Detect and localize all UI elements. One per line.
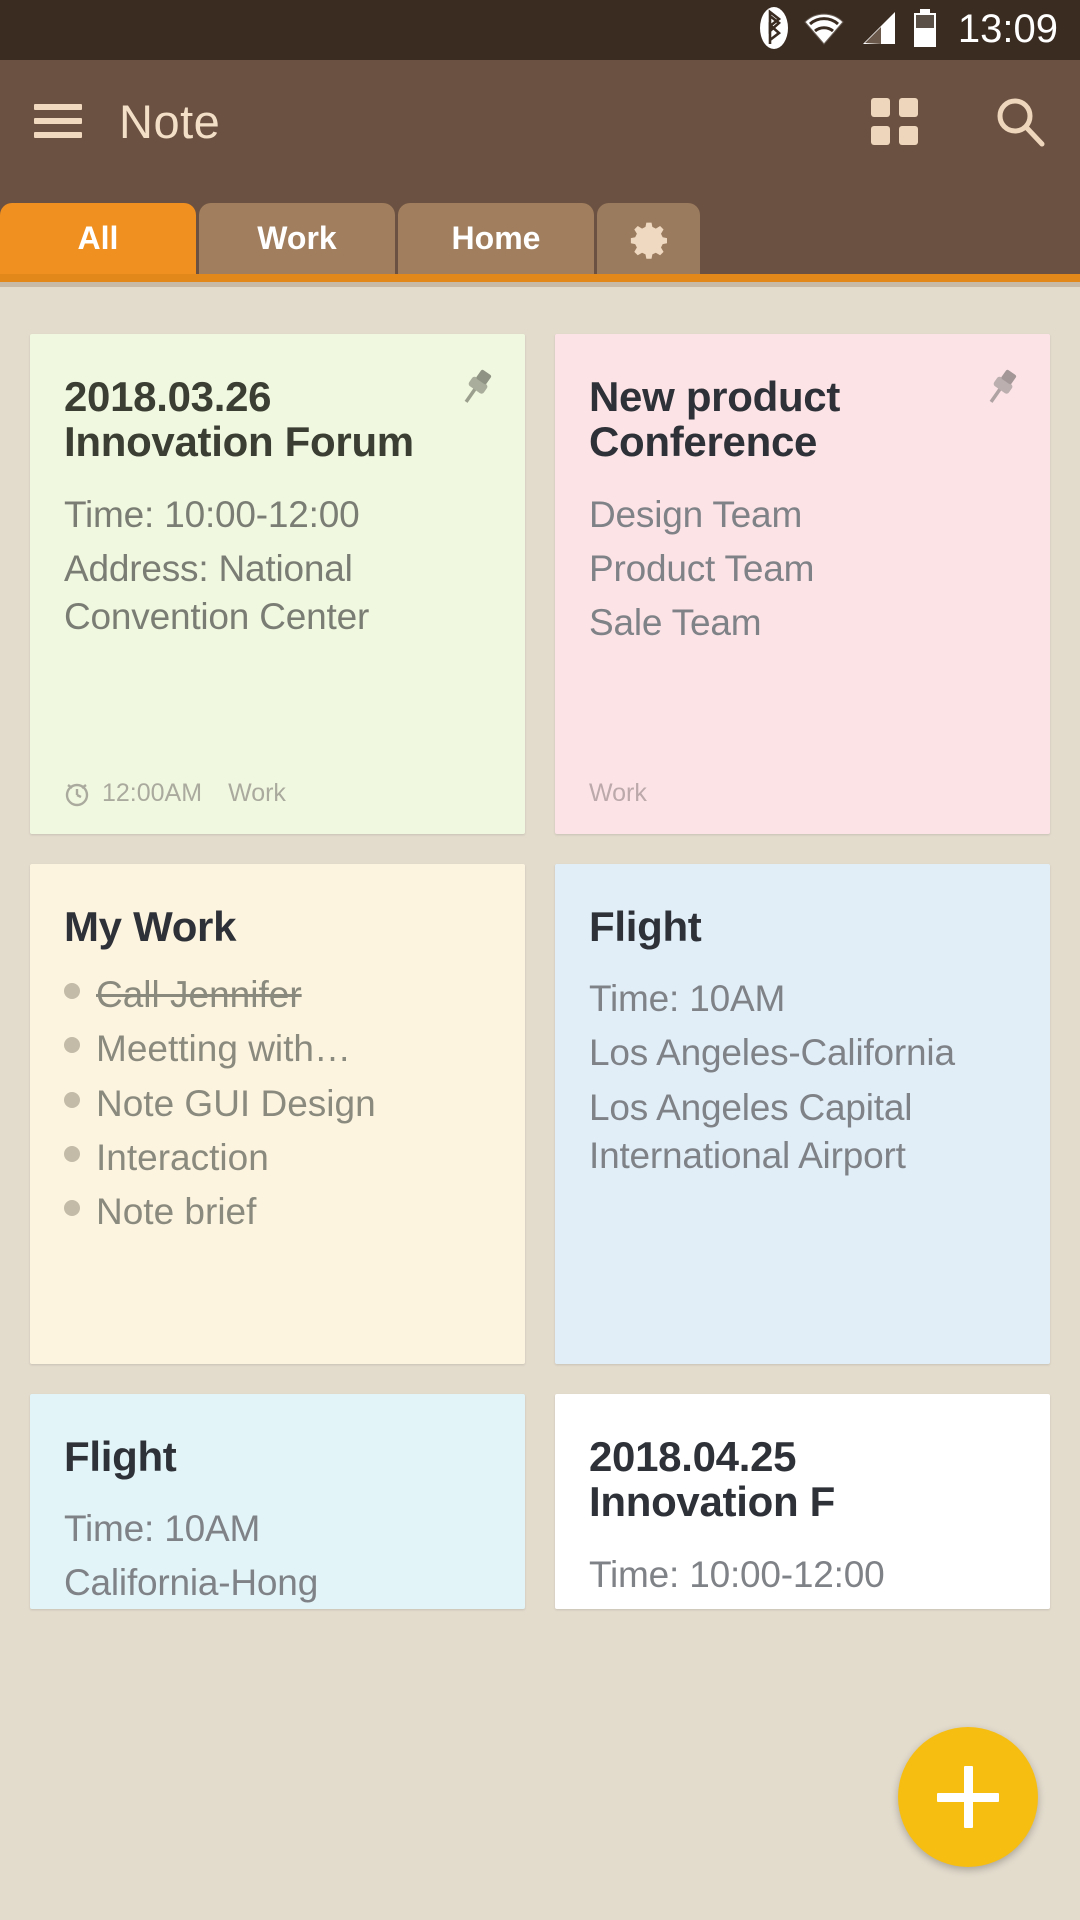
note-line: Address: National Convention Center (64, 547, 370, 637)
note-line: Time: 10:00-12:00 (589, 1553, 885, 1595)
note-card[interactable]: 2018.04.25 Innovation F Time: 10:00-12:0… (555, 1394, 1050, 1609)
note-tag: Work (589, 779, 647, 807)
note-checklist: Call Jennifer Meetting with… Note GUI De… (64, 971, 495, 1241)
pin-icon[interactable] (455, 364, 501, 410)
list-item[interactable]: Meetting with… (64, 1025, 495, 1073)
list-item-label: Note GUI Design (96, 1082, 376, 1124)
signal-icon (859, 10, 899, 51)
bluetooth-icon (759, 6, 789, 55)
note-body: Time: 10:00-12:00 Address: National Conv… (64, 491, 495, 641)
app-bar-actions (871, 95, 1046, 147)
note-card[interactable]: Flight Time: 10AM Los Angeles-California… (555, 864, 1050, 1364)
list-item[interactable]: Call Jennifer (64, 971, 495, 1019)
note-title: Flight (589, 903, 702, 950)
note-body: Design Team Product Team Sale Team (589, 491, 1020, 647)
note-line: California-Hong (64, 1562, 319, 1604)
status-icons (759, 6, 938, 55)
status-bar: 13:09 (0, 0, 1080, 60)
tab-bar: All Work Home (0, 182, 1080, 287)
status-time: 13:09 (957, 6, 1058, 51)
plus-icon (963, 1766, 973, 1828)
note-line: Time: 10AM (589, 978, 786, 1020)
bullet-icon (64, 1091, 80, 1108)
bullet-icon (64, 983, 80, 1000)
search-icon[interactable] (994, 95, 1046, 147)
note-title: My Work (64, 903, 237, 950)
clock-icon (64, 781, 90, 807)
tab-underline (0, 274, 1080, 282)
list-item[interactable]: Note GUI Design (64, 1080, 495, 1128)
note-line: Time: 10AM (64, 1508, 261, 1550)
note-card[interactable]: Flight Time: 10AM California-Hong (30, 1394, 525, 1609)
note-body: Time: 10AM Los Angeles-California Los An… (589, 975, 1020, 1179)
tab-settings[interactable] (597, 203, 700, 274)
tab-home[interactable]: Home (398, 203, 594, 274)
page-title: Note (119, 94, 221, 148)
note-line: Product Team (589, 547, 815, 589)
hamburger-icon[interactable] (34, 104, 82, 138)
note-title: 2018.04.25 Innovation F (589, 1433, 836, 1526)
note-footer: Work (589, 779, 1020, 808)
note-body: Time: 10AM California-Hong (64, 1505, 495, 1607)
gear-icon (627, 217, 671, 261)
bullet-icon (64, 1199, 80, 1216)
note-title: 2018.03.26 Innovation Forum (64, 373, 414, 466)
note-line: Los Angeles-California (589, 1032, 955, 1074)
tab-all[interactable]: All (0, 203, 196, 274)
note-tag: Work (228, 779, 286, 807)
note-title: New product Conference (589, 373, 841, 466)
note-card[interactable]: My Work Call Jennifer Meetting with… Not… (30, 864, 525, 1364)
wifi-icon (802, 10, 846, 51)
grid-view-icon[interactable] (871, 97, 918, 145)
list-item-label: Call Jennifer (96, 974, 302, 1016)
note-line: Sale Team (589, 601, 762, 643)
note-card[interactable]: 2018.03.26 Innovation Forum Time: 10:00-… (30, 334, 525, 834)
list-item[interactable]: Note brief (64, 1188, 495, 1236)
note-card[interactable]: New product Conference Design Team Produ… (555, 334, 1050, 834)
notes-grid: 2018.03.26 Innovation Forum Time: 10:00-… (0, 305, 1080, 1920)
add-note-button[interactable] (898, 1727, 1038, 1867)
tab-label: Work (257, 220, 337, 256)
pin-icon[interactable] (980, 364, 1026, 410)
note-footer: 12:00AM Work (64, 779, 495, 808)
list-item[interactable]: Interaction (64, 1134, 495, 1182)
list-item-label: Meetting with… (96, 1028, 351, 1070)
tab-underline-secondary (0, 282, 1080, 287)
bullet-icon (64, 1145, 80, 1162)
note-body: Time: 10:00-12:00 (589, 1551, 1020, 1599)
note-title: Flight (64, 1433, 177, 1480)
note-line: Los Angeles Capital International Airpor… (589, 1086, 913, 1176)
tab-label: All (77, 220, 119, 256)
battery-icon (912, 8, 938, 52)
note-line: Design Team (589, 493, 803, 535)
note-line: Time: 10:00-12:00 (64, 493, 360, 535)
list-item-label: Note brief (96, 1190, 257, 1232)
app-bar: Note (0, 60, 1080, 182)
tab-work[interactable]: Work (199, 203, 395, 274)
list-item-label: Interaction (96, 1136, 269, 1178)
note-reminder: 12:00AM (102, 779, 203, 807)
tab-label: Home (451, 220, 541, 256)
bullet-icon (64, 1037, 80, 1054)
